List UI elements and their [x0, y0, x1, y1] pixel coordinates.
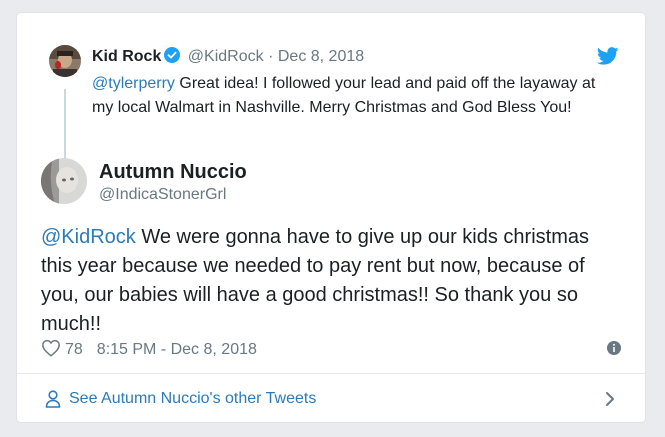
- author-name[interactable]: Autumn Nuccio: [99, 161, 247, 184]
- parent-tweet-date[interactable]: Dec 8, 2018: [278, 48, 364, 65]
- parent-author-handle[interactable]: @KidRock: [188, 48, 264, 65]
- author-avatar[interactable]: [41, 158, 87, 204]
- tweet-text: @KidRock We were gonna have to give up o…: [41, 223, 611, 339]
- parent-avatar[interactable]: [49, 45, 81, 77]
- heart-icon[interactable]: [41, 339, 61, 362]
- separator-dot: ·: [268, 48, 274, 65]
- twitter-bird-icon[interactable]: [596, 47, 619, 70]
- reply-thread-line: [64, 89, 66, 169]
- info-icon[interactable]: [607, 341, 621, 360]
- verified-badge-icon: [164, 47, 181, 68]
- mention-link[interactable]: @KidRock: [41, 226, 136, 248]
- tweet-meta: 78 8:15 PM - Dec 8, 2018: [41, 339, 621, 362]
- parent-tweet-text: @tylerperry Great idea! I followed your …: [92, 72, 612, 120]
- tweet-timestamp[interactable]: 8:15 PM - Dec 8, 2018: [97, 341, 257, 358]
- chevron-right-icon: [605, 391, 615, 412]
- parent-tweet-header: Kid Rock @KidRock · Dec 8, 2018: [92, 47, 364, 68]
- like-count[interactable]: 78: [65, 341, 83, 358]
- embedded-tweet-card: Kid Rock @KidRock · Dec 8, 2018 @tylerpe…: [16, 12, 646, 423]
- author-handle[interactable]: @IndicaStonerGrl: [99, 186, 226, 204]
- person-icon: [45, 390, 61, 413]
- parent-author-name[interactable]: Kid Rock: [92, 48, 161, 65]
- parent-mention-link[interactable]: @tylerperry: [92, 75, 175, 92]
- see-other-tweets-link[interactable]: See Autumn Nuccio's other Tweets: [17, 374, 645, 424]
- see-other-tweets-label: See Autumn Nuccio's other Tweets: [69, 390, 317, 407]
